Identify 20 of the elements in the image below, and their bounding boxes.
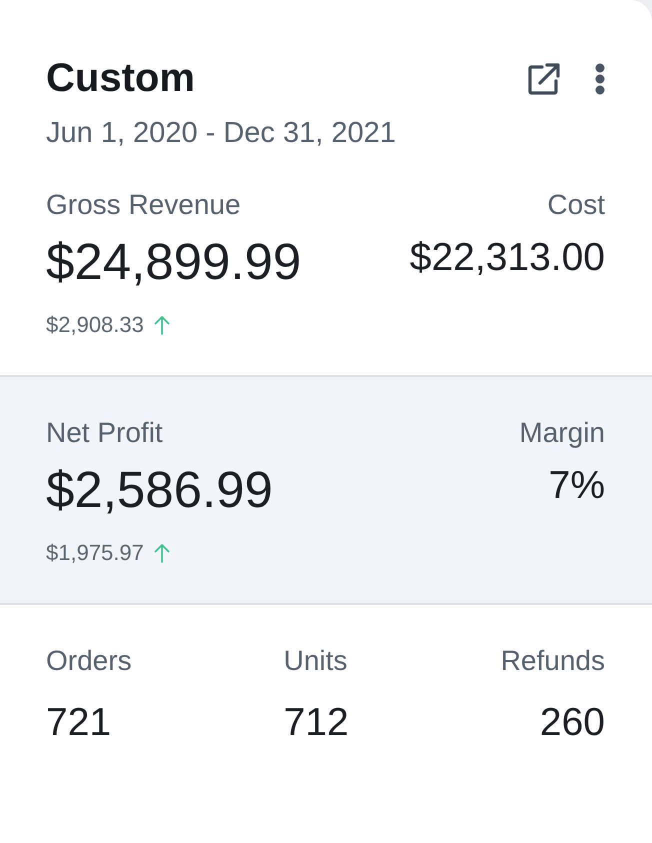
count-value: 712 (284, 700, 349, 746)
metric-label: Net Profit (46, 417, 163, 449)
date-range: Jun 1, 2020 - Dec 31, 2021 (46, 117, 397, 149)
metric-value: $2,586.99 (46, 462, 273, 518)
metric-value: $24,899.99 (46, 234, 302, 290)
metric-label: Gross Revenue (46, 189, 241, 221)
external-link-icon[interactable] (527, 62, 561, 96)
count-value: 260 (540, 700, 605, 746)
metric-label: Margin (519, 417, 605, 449)
count-label: Units (284, 645, 348, 677)
kebab-menu-icon[interactable] (595, 63, 605, 95)
card-title: Custom (46, 55, 195, 101)
metric-value: $22,313.00 (410, 235, 605, 281)
count-label: Refunds (500, 645, 605, 677)
count-label: Orders (46, 645, 132, 677)
metric-label: Cost (547, 189, 605, 221)
count-value: 721 (46, 700, 112, 746)
metric-value: 7% (548, 463, 605, 509)
delta-value: $2,908.33 (46, 311, 144, 339)
delta-value: $1,975.97 (46, 539, 144, 567)
